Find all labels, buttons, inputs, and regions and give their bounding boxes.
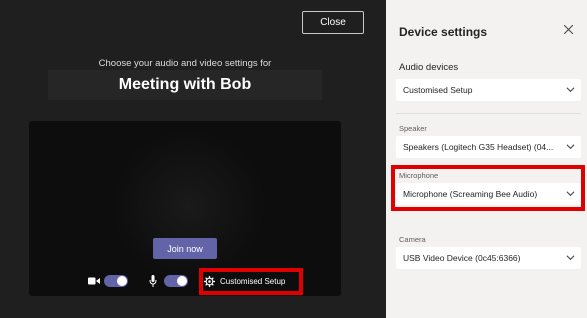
- chevron-down-icon: [566, 144, 575, 150]
- chevron-down-icon: [566, 87, 575, 93]
- camera-select[interactable]: USB Video Device (0c45:6366): [396, 247, 581, 269]
- mic-toggle[interactable]: [164, 275, 188, 287]
- highlight-box-microphone: [391, 165, 585, 211]
- close-icon[interactable]: [564, 25, 573, 34]
- video-camera-icon: [88, 277, 100, 285]
- meeting-title: Meeting with Bob: [118, 76, 252, 93]
- audio-device-value: Customised Setup: [403, 85, 473, 95]
- divider: [396, 113, 581, 114]
- camera-label: Camera: [399, 235, 426, 244]
- camera-value: USB Video Device (0c45:6366): [403, 253, 521, 263]
- chevron-down-icon: [566, 255, 575, 261]
- speaker-label: Speaker: [399, 124, 427, 133]
- panel-title: Device settings: [399, 25, 488, 39]
- camera-toggle-knob: [117, 276, 127, 286]
- prejoin-pane: Close Choose your audio and video settin…: [0, 0, 386, 318]
- microphone-icon: [149, 275, 157, 287]
- speaker-select[interactable]: Speakers (Logitech G35 Headset) (04...: [396, 136, 581, 158]
- join-now-button[interactable]: Join now: [153, 238, 217, 259]
- speaker-value: Speakers (Logitech G35 Headset) (04...: [403, 142, 554, 152]
- highlight-box-custom-setup: [199, 268, 303, 295]
- camera-toggle[interactable]: [104, 275, 128, 287]
- audio-device-select[interactable]: Customised Setup: [396, 79, 581, 101]
- audio-devices-label: Audio devices: [399, 62, 459, 73]
- device-settings-panel: Device settings Audio devices Customised…: [386, 0, 587, 318]
- mic-toggle-knob: [177, 276, 187, 286]
- close-button[interactable]: Close: [302, 11, 364, 34]
- prejoin-subtitle: Choose your audio and video settings for: [98, 58, 272, 69]
